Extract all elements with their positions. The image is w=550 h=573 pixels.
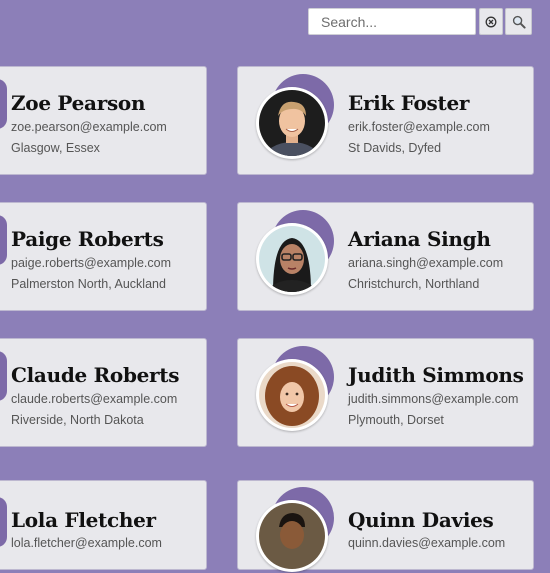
clear-search-button[interactable] — [479, 8, 503, 35]
contact-info: Claude Roberts claude.roberts@example.co… — [11, 363, 180, 429]
contact-name: Judith Simmons — [348, 363, 524, 387]
contact-email: zoe.pearson@example.com — [11, 120, 167, 134]
avatar-photo — [256, 359, 328, 431]
search-input[interactable] — [308, 8, 476, 35]
avatar-partial — [0, 351, 7, 401]
search-button[interactable] — [505, 8, 532, 35]
contact-info: Lola Fletcher lola.fletcher@example.com — [11, 508, 162, 552]
avatar — [256, 346, 342, 432]
contact-info: Quinn Davies quinn.davies@example.com — [348, 508, 505, 552]
contact-location: Riverside, North Dakota — [11, 413, 144, 427]
contact-email: quinn.davies@example.com — [348, 536, 506, 550]
contact-card[interactable]: Quinn Davies quinn.davies@example.com — [237, 480, 534, 573]
contact-location: Palmerston North, Auckland — [11, 277, 166, 291]
contact-email: judith.simmons@example.com — [348, 392, 519, 406]
contact-location: Glasgow, Essex — [11, 141, 100, 155]
clear-circle-x-icon — [485, 16, 497, 27]
contact-info: Judith Simmons judith.simmons@example.co… — [348, 363, 524, 429]
contact-info: Erik Foster erik.foster@example.com St D… — [348, 91, 490, 157]
contact-card[interactable]: Ariana Singh ariana.singh@example.com Ch… — [237, 202, 534, 311]
contact-name: Claude Roberts — [11, 363, 180, 387]
contact-email: ariana.singh@example.com — [348, 256, 504, 270]
contact-info: Paige Roberts paige.roberts@example.com … — [11, 227, 171, 293]
avatar — [256, 210, 342, 296]
avatar-photo — [256, 87, 328, 159]
contact-email: lola.fletcher@example.com — [11, 536, 162, 550]
avatar — [256, 487, 342, 573]
contact-card[interactable]: Judith Simmons judith.simmons@example.co… — [237, 338, 534, 447]
contact-card[interactable]: Paige Roberts paige.roberts@example.com … — [0, 202, 207, 311]
avatar-partial — [0, 79, 7, 129]
contact-card[interactable]: Zoe Pearson zoe.pearson@example.com Glas… — [0, 66, 207, 175]
contact-name: Paige Roberts — [11, 227, 164, 251]
contact-location: Plymouth, Dorset — [348, 413, 444, 427]
contact-location: St Davids, Dyfed — [348, 141, 442, 155]
contact-location: Christchurch, Northland — [348, 277, 480, 291]
contact-email: paige.roberts@example.com — [11, 256, 171, 270]
contact-card[interactable]: Lola Fletcher lola.fletcher@example.com — [0, 480, 207, 570]
magnifier-icon — [512, 15, 526, 29]
avatar — [256, 74, 342, 160]
contact-card[interactable]: Claude Roberts claude.roberts@example.co… — [0, 338, 207, 447]
contact-name: Quinn Davies — [348, 508, 494, 532]
contact-info: Zoe Pearson zoe.pearson@example.com Glas… — [11, 91, 167, 157]
search-bar — [308, 8, 532, 35]
contact-card[interactable]: Erik Foster erik.foster@example.com St D… — [237, 66, 534, 175]
avatar-photo — [256, 223, 328, 295]
contact-name: Zoe Pearson — [11, 91, 146, 115]
contact-name: Lola Fletcher — [11, 508, 156, 532]
contact-name: Erik Foster — [348, 91, 470, 115]
avatar-partial — [0, 497, 7, 547]
contact-email: claude.roberts@example.com — [11, 392, 178, 406]
contact-name: Ariana Singh — [348, 227, 491, 251]
avatar-partial — [0, 215, 7, 265]
contact-email: erik.foster@example.com — [348, 120, 490, 134]
contact-info: Ariana Singh ariana.singh@example.com Ch… — [348, 227, 503, 293]
avatar-photo — [256, 500, 328, 572]
